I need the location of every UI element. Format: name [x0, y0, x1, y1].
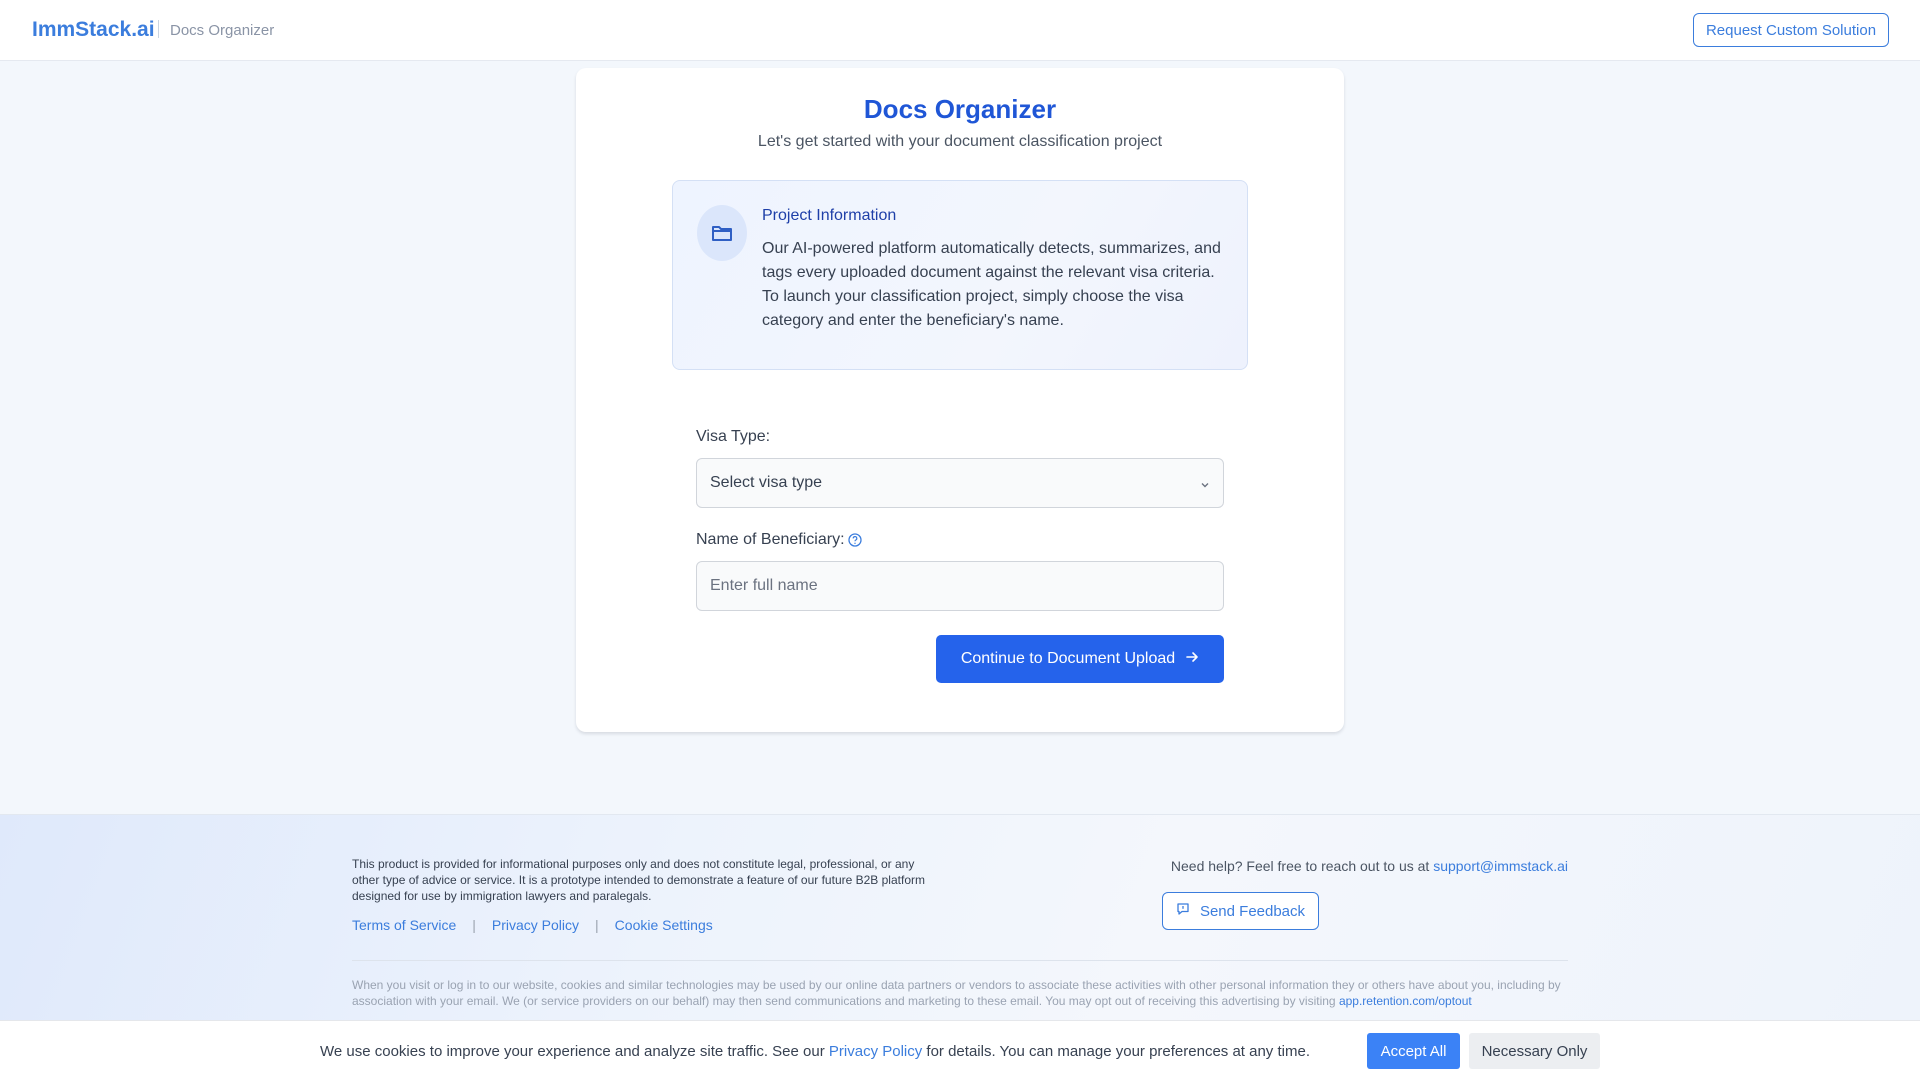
visa-type-value: Select visa type — [710, 474, 823, 491]
cookie-consent-bar: We use cookies to improve your experienc… — [0, 1020, 1920, 1080]
footer-link-separator: | — [595, 917, 599, 933]
page-footer: This product is provided for information… — [0, 814, 1920, 1020]
visa-type-label: Visa Type: — [696, 428, 771, 445]
folder-icon — [697, 205, 747, 261]
help-text: Need help? Feel free to reach out to us … — [1170, 858, 1430, 874]
beneficiary-name-input[interactable] — [696, 561, 1224, 611]
cookie-settings-link[interactable]: Cookie Settings — [615, 917, 713, 933]
footer-links: Terms of Service | Privacy Policy | Cook… — [352, 917, 713, 933]
legal-disclaimer: This product is provided for information… — [352, 857, 925, 903]
necessary-only-cookies-button[interactable]: Necessary Only — [1469, 1033, 1600, 1069]
project-info-box: Project Information Our AI-powered platf… — [672, 180, 1248, 370]
cookie-consent-text: We use cookies to improve your experienc… — [320, 1043, 1310, 1060]
chevron-down-icon — [1199, 478, 1211, 496]
optout-link[interactable]: app.retention.com/optout — [1339, 994, 1472, 1008]
send-feedback-button[interactable]: Send Feedback — [1162, 892, 1319, 930]
privacy-policy-link[interactable]: Privacy Policy — [492, 917, 579, 933]
project-info-title: Project Information — [762, 207, 897, 224]
page-title: Docs Organizer — [863, 94, 1057, 124]
footer-link-separator: | — [472, 917, 476, 933]
footer-divider — [352, 960, 1568, 961]
cookie-advertising-notice: When you visit or log in to our website,… — [352, 977, 1568, 1009]
project-setup-card: Docs Organizer Let's get started with yo… — [576, 68, 1344, 732]
request-custom-solution-button[interactable]: Request Custom Solution — [1693, 13, 1889, 47]
project-info-text: Our AI-powered platform automatically de… — [762, 240, 1221, 329]
cookie-text-before: We use cookies to improve your experienc… — [320, 1043, 825, 1060]
cookie-text-after: for details. You can manage your prefere… — [926, 1043, 1310, 1060]
help-contact: Need help? Feel free to reach out to us … — [1171, 858, 1568, 874]
send-feedback-label: Send Feedback — [1199, 902, 1306, 920]
accept-all-cookies-button[interactable]: Accept All — [1367, 1033, 1460, 1069]
visa-type-select[interactable]: Select visa type — [696, 458, 1224, 508]
continue-button-label: Continue to Document Upload — [960, 650, 1176, 667]
support-email-link[interactable]: support@immstack.ai — [1433, 858, 1568, 874]
arrow-right-icon — [1185, 650, 1199, 669]
page-subtitle: Let's get started with your document cla… — [757, 133, 1163, 150]
brand-logo[interactable]: ImmStack.ai — [32, 18, 155, 42]
message-icon — [1176, 902, 1190, 920]
terms-of-service-link[interactable]: Terms of Service — [352, 917, 456, 933]
help-icon[interactable] — [848, 533, 862, 552]
brand-subtitle: Docs Organizer — [170, 22, 275, 39]
continue-to-upload-button[interactable]: Continue to Document Upload — [936, 635, 1224, 683]
brand-divider — [158, 20, 159, 38]
cookie-privacy-policy-link[interactable]: Privacy Policy — [829, 1043, 922, 1060]
top-header: ImmStack.ai Docs Organizer Request Custo… — [0, 0, 1920, 61]
beneficiary-name-label: Name of Beneficiary: — [696, 531, 845, 548]
